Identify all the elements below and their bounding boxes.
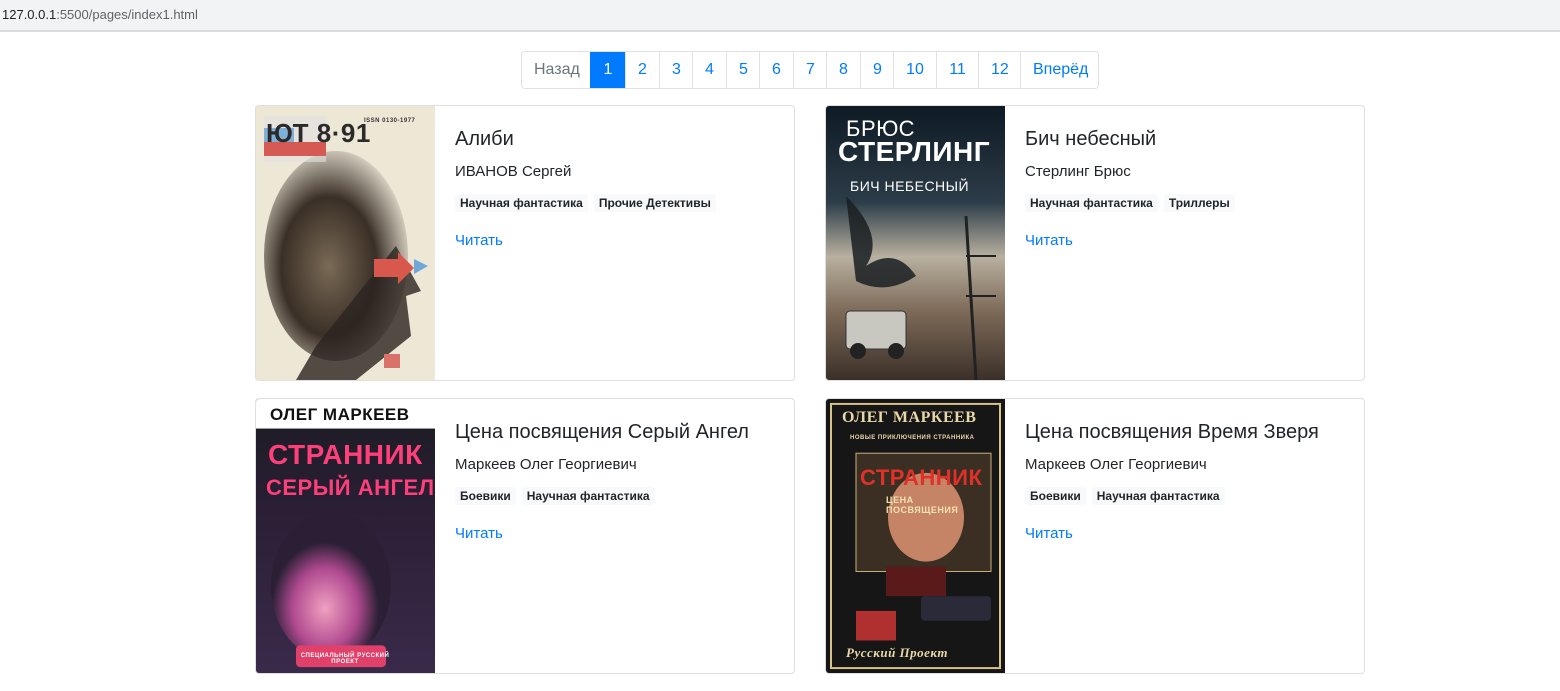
genre-tag: Научная фантастика [1091, 487, 1225, 505]
pagination-page-12[interactable]: 12 [978, 52, 1020, 88]
cover-series-text: НОВЫЕ ПРИКЛЮЧЕНИЯ СТРАННИКА [850, 435, 975, 441]
pagination-page-10[interactable]: 10 [893, 52, 936, 88]
cover-title-text: ЦЕНА ПОСВЯЩЕНИЯ [886, 495, 959, 515]
book-card: БРЮС СТЕРЛИНГ БИЧ НЕБЕСНЫЙ Бич небесный … [825, 105, 1365, 381]
url-host: 127.0.0.1 [2, 7, 57, 22]
pagination-page-3[interactable]: 3 [659, 52, 692, 88]
book-author: Маркеев Олег Георгиевич [1025, 456, 1207, 473]
genre-tag: Триллеры [1163, 194, 1235, 212]
genre-tag: Прочие Детективы [593, 194, 716, 212]
cover-title-text: СТРАННИК [268, 439, 423, 470]
pagination-page-9[interactable]: 9 [860, 52, 893, 88]
genre-tag: Научная фантастика [1025, 194, 1158, 212]
book-author: ИВАНОВ Сергей [455, 163, 572, 180]
pagination-page-7[interactable]: 7 [793, 52, 826, 88]
genre-tag: Боевики [455, 487, 516, 505]
book-tags: Боевики Научная фантастика [1025, 487, 1354, 505]
cover-author-text: ОЛЕГ МАРКЕЕВ [842, 409, 977, 426]
book-tags: Боевики Научная фантастика [455, 487, 784, 505]
book-cover-image[interactable]: ОЛЕГ МАРКЕЕВ СТРАННИК СЕРЫЙ АНГЕЛ СПЕЦИА… [256, 399, 435, 673]
read-link[interactable]: Читать [455, 524, 784, 544]
cover-title-text: СТРАННИК [860, 465, 983, 490]
genre-tag: Научная фантастика [521, 487, 655, 505]
book-author: Стерлинг Брюс [1025, 163, 1131, 180]
pagination: Назад 1 2 3 4 5 6 7 8 9 10 11 12 Вперёд [521, 51, 1099, 89]
pagination-page-2[interactable]: 2 [625, 52, 659, 88]
pagination-page-5[interactable]: 5 [726, 52, 759, 88]
cover-series-text: СПЕЦИАЛЬНЫЙ РУССКИЙ ПРОЕКТ [300, 653, 390, 665]
read-link[interactable]: Читать [1025, 524, 1354, 544]
genre-tag: Научная фантастика [455, 194, 588, 212]
pagination-page-11[interactable]: 11 [936, 52, 978, 88]
cover-issn-text: ISSN 0130-1977 [364, 118, 416, 124]
book-cover-image[interactable]: ОЛЕГ МАРКЕЕВ НОВЫЕ ПРИКЛЮЧЕНИЯ СТРАННИКА… [826, 399, 1005, 673]
book-title: Цена посвящения Время Зверя [1025, 421, 1319, 443]
book-card: ОЛЕГ МАРКЕЕВ СТРАННИК СЕРЫЙ АНГЕЛ СПЕЦИА… [255, 398, 795, 674]
browser-address-bar[interactable]: 127.0.0.1:5500/pages/index1.html [0, 0, 1560, 32]
url-path: :5500/pages/index1.html [56, 7, 198, 22]
pagination-next[interactable]: Вперёд [1020, 52, 1098, 88]
book-cover-image[interactable]: БРЮС СТЕРЛИНГ БИЧ НЕБЕСНЫЙ [826, 106, 1005, 380]
read-link[interactable]: Читать [455, 231, 784, 251]
read-link[interactable]: Читать [1025, 231, 1354, 251]
pagination-page-6[interactable]: 6 [759, 52, 793, 88]
book-title: Цена посвящения Серый Ангел [455, 421, 749, 443]
cover-title-text: СЕРЫЙ АНГЕЛ [266, 475, 435, 500]
book-author: Маркеев Олег Георгиевич [455, 456, 637, 473]
book-cover-image[interactable]: ЮТ 8·91 ISSN 0130-1977 [256, 106, 435, 380]
cover-title-text: ЮТ 8·91 [266, 118, 371, 148]
genre-tag: Боевики [1025, 487, 1086, 505]
book-title: Алиби [455, 128, 514, 150]
pagination-page-1[interactable]: 1 [590, 52, 625, 88]
book-tags: Научная фантастика Прочие Детективы [455, 194, 784, 212]
pagination-page-8[interactable]: 8 [826, 52, 860, 88]
pagination-prev[interactable]: Назад [522, 52, 590, 88]
cover-author-text: СТЕРЛИНГ [838, 136, 991, 167]
url-text[interactable]: 127.0.0.1:5500/pages/index1.html [2, 7, 198, 23]
book-card: ОЛЕГ МАРКЕЕВ НОВЫЕ ПРИКЛЮЧЕНИЯ СТРАННИКА… [825, 398, 1365, 674]
cover-series-text: Русский Проект [846, 645, 948, 660]
cover-author-text: ОЛЕГ МАРКЕЕВ [270, 405, 410, 424]
cover-title-text: БИЧ НЕБЕСНЫЙ [850, 178, 970, 194]
book-title: Бич небесный [1025, 128, 1157, 150]
pagination-page-4[interactable]: 4 [692, 52, 726, 88]
book-tags: Научная фантастика Триллеры [1025, 194, 1354, 212]
book-card: ЮТ 8·91 ISSN 0130-1977 Алиби ИВАНОВ Серг… [255, 105, 795, 381]
